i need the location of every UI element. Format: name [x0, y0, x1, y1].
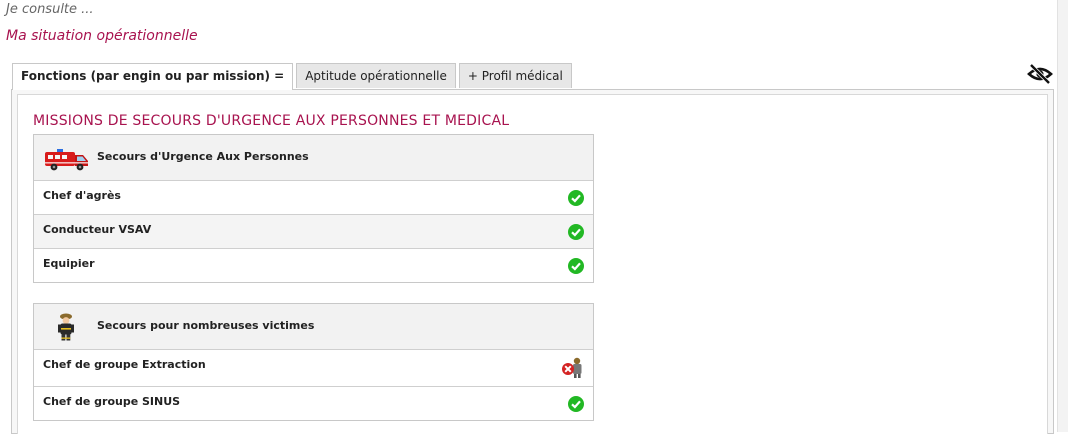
page-title: Ma situation opérationnelle	[6, 28, 198, 44]
mission-header: Secours pour nombreuses victimes	[34, 304, 593, 350]
tab-bar: Fonctions (par engin ou par mission) = A…	[12, 63, 572, 90]
check-circle-icon	[568, 190, 584, 206]
function-label: Chef de groupe SINUS	[43, 395, 181, 408]
page-kicker: Je consulte ...	[6, 2, 94, 17]
tab-profil-medical[interactable]: + Profil médical	[458, 63, 572, 88]
function-label: Chef d'agrès	[43, 189, 121, 202]
function-row[interactable]: Chef de groupe Extraction	[34, 350, 593, 387]
function-label: Conducteur VSAV	[43, 223, 152, 236]
firefighter-icon	[43, 312, 91, 342]
function-row[interactable]: Chef de groupe SINUS	[34, 387, 593, 420]
eye-slash-icon[interactable]	[1027, 63, 1053, 85]
check-circle-icon	[568, 224, 584, 240]
mission-label: Secours pour nombreuses victimes	[97, 319, 315, 332]
scrollbar[interactable]	[1057, 0, 1068, 432]
mission-header: Secours d'Urgence Aux Personnes	[34, 135, 593, 181]
tab-panel: MISSIONS DE SECOURS D'URGENCE AUX PERSON…	[11, 89, 1054, 434]
not-qualified-icon	[561, 356, 585, 378]
tab-aptitude[interactable]: Aptitude opérationnelle	[296, 63, 456, 88]
function-row[interactable]: Chef d'agrès	[34, 181, 593, 215]
function-row[interactable]: Equipier	[34, 249, 593, 282]
function-row[interactable]: Conducteur VSAV	[34, 215, 593, 249]
fire-ambulance-icon	[43, 143, 91, 173]
tab-fonctions[interactable]: Fonctions (par engin ou par mission) =	[12, 63, 294, 90]
section-title: MISSIONS DE SECOURS D'URGENCE AUX PERSON…	[33, 113, 510, 129]
function-label: Chef de groupe Extraction	[43, 358, 206, 371]
mission-label: Secours d'Urgence Aux Personnes	[97, 150, 309, 163]
check-circle-icon	[568, 258, 584, 274]
mission-card-nombreuses-victimes: Secours pour nombreuses victimes Chef de…	[33, 303, 594, 421]
tab-panel-content: MISSIONS DE SECOURS D'URGENCE AUX PERSON…	[17, 94, 1048, 434]
check-circle-icon	[568, 396, 584, 412]
function-label: Equipier	[43, 257, 95, 270]
mission-card-sap: Secours d'Urgence Aux Personnes Chef d'a…	[33, 134, 594, 283]
